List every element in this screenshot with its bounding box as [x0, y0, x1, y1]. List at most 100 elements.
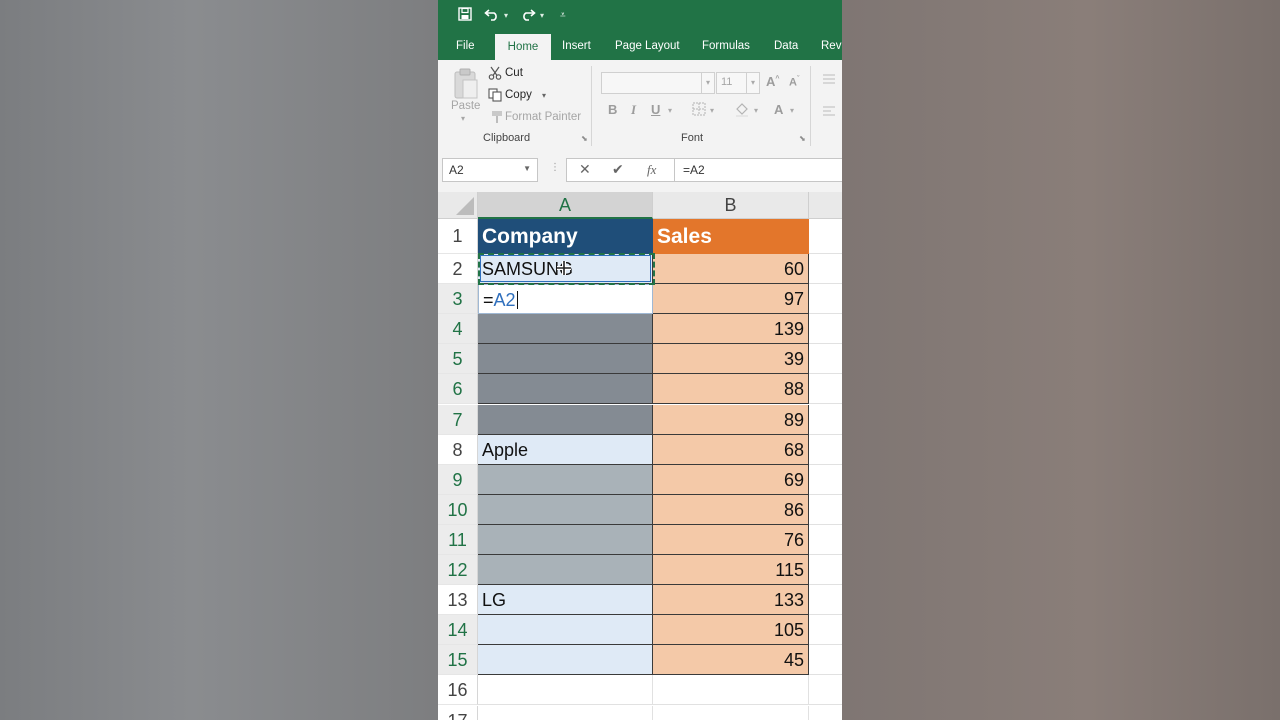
undo-dropdown-icon[interactable]: ▾ [504, 6, 508, 26]
row-header[interactable]: 17 [438, 705, 478, 720]
tab-page-layout[interactable]: Page Layout [615, 32, 680, 60]
format-painter-icon[interactable] [489, 110, 503, 129]
clipboard-launcher-icon[interactable]: ⬊ [581, 134, 588, 143]
empty-cell[interactable] [809, 524, 842, 555]
company-cell[interactable] [478, 524, 653, 555]
copy-dropdown-icon[interactable]: ▾ [542, 91, 546, 100]
tab-insert[interactable]: Insert [562, 32, 591, 60]
empty-cell[interactable] [809, 494, 842, 525]
borders-icon[interactable] [692, 102, 706, 121]
undo-icon[interactable] [484, 6, 500, 26]
cancel-formula-button[interactable]: ✕ [579, 161, 591, 178]
sales-cell[interactable]: 139 [653, 314, 809, 345]
row-header[interactable]: 6 [438, 374, 478, 405]
company-cell[interactable]: Apple [478, 434, 653, 465]
tab-file[interactable]: File [456, 32, 475, 60]
increase-font-size-icon[interactable]: A^ [766, 74, 779, 89]
sales-cell[interactable]: 69 [653, 464, 809, 495]
fill-color-dropdown-icon[interactable]: ▾ [754, 106, 758, 115]
formula-bar-grip-icon[interactable]: ⋮ [550, 162, 560, 173]
cut-label[interactable]: Cut [505, 67, 523, 79]
row-header[interactable]: 5 [438, 344, 478, 375]
empty-cell[interactable] [809, 314, 842, 345]
sales-cell[interactable]: 89 [653, 404, 809, 435]
empty-cell[interactable] [809, 585, 842, 616]
align-left-icon[interactable] [822, 104, 836, 122]
sales-cell[interactable]: 76 [653, 524, 809, 555]
paste-label[interactable]: Paste [451, 100, 480, 112]
row-header[interactable]: 16 [438, 675, 478, 706]
sales-cell[interactable]: 105 [653, 615, 809, 646]
row-header[interactable]: 11 [438, 524, 478, 555]
underline-dropdown-icon[interactable]: ▾ [668, 106, 672, 115]
tab-data[interactable]: Data [774, 32, 798, 60]
font-name-box[interactable]: ▾ [601, 72, 715, 94]
align-top-icon[interactable] [822, 72, 836, 90]
underline-button[interactable]: U [651, 102, 660, 117]
row-header[interactable]: 3 [438, 284, 478, 315]
empty-cell[interactable] [809, 555, 842, 586]
name-box[interactable]: A2 ▼ [442, 158, 538, 182]
italic-button[interactable]: I [631, 102, 636, 118]
row-header[interactable]: 8 [438, 434, 478, 465]
company-cell[interactable] [478, 464, 653, 495]
empty-cell[interactable] [809, 645, 842, 676]
formula-input[interactable]: =A2 [674, 158, 842, 182]
company-cell[interactable] [478, 555, 653, 586]
select-all-button[interactable] [438, 192, 478, 219]
empty-cell[interactable] [809, 374, 842, 405]
company-cell[interactable] [478, 404, 653, 435]
empty-cell[interactable] [809, 434, 842, 465]
font-size-dropdown-icon[interactable]: ▾ [746, 73, 759, 93]
insert-function-button[interactable]: fx [647, 162, 656, 178]
enter-formula-button[interactable]: ✔ [612, 161, 624, 178]
active-edit-cell[interactable]: =A2 [478, 284, 653, 315]
empty-cell[interactable] [809, 404, 842, 435]
font-launcher-icon[interactable]: ⬊ [799, 134, 806, 143]
row-header[interactable]: 9 [438, 464, 478, 495]
empty-cell[interactable] [809, 705, 842, 720]
company-cell[interactable]: LG [478, 585, 653, 616]
copy-label[interactable]: Copy [505, 89, 532, 101]
company-cell[interactable] [478, 494, 653, 525]
sales-cell[interactable]: 68 [653, 434, 809, 465]
tab-formulas[interactable]: Formulas [702, 32, 750, 60]
sales-cell[interactable]: 39 [653, 344, 809, 375]
company-cell[interactable] [478, 374, 653, 405]
column-header-a[interactable]: A [478, 192, 653, 219]
row-header[interactable]: 15 [438, 645, 478, 676]
save-icon[interactable] [458, 6, 472, 26]
row-header[interactable]: 14 [438, 615, 478, 646]
empty-cell[interactable] [809, 675, 842, 706]
company-cell[interactable] [478, 675, 653, 706]
sales-cell[interactable]: 60 [653, 254, 809, 285]
row-header[interactable]: 2 [438, 254, 478, 285]
cut-icon[interactable] [488, 66, 502, 85]
redo-icon[interactable] [520, 6, 536, 26]
row-header[interactable]: 13 [438, 585, 478, 616]
sales-cell[interactable]: 88 [653, 374, 809, 405]
bold-button[interactable]: B [608, 102, 617, 117]
empty-cell[interactable] [809, 284, 842, 315]
sales-cell[interactable]: 45 [653, 645, 809, 676]
sales-cell[interactable]: 115 [653, 555, 809, 586]
font-name-dropdown-icon[interactable]: ▾ [701, 73, 714, 93]
font-size-box[interactable]: 11 ▾ [716, 72, 760, 94]
company-cell[interactable] [478, 705, 653, 720]
row-header[interactable]: 4 [438, 314, 478, 345]
empty-cell[interactable] [809, 615, 842, 646]
sales-cell[interactable]: 97 [653, 284, 809, 315]
empty-cell[interactable] [809, 464, 842, 495]
paste-dropdown-icon[interactable]: ▾ [461, 114, 465, 123]
font-color-button[interactable]: A [774, 102, 783, 117]
company-cell[interactable] [478, 615, 653, 646]
sales-cell[interactable]: 86 [653, 494, 809, 525]
company-header-cell[interactable]: Company [478, 219, 653, 254]
customize-qat-icon[interactable]: ⩡ [560, 6, 566, 26]
sales-cell[interactable] [653, 675, 809, 706]
row-header[interactable]: 12 [438, 555, 478, 586]
sales-cell[interactable] [653, 705, 809, 720]
tab-home[interactable]: Home [495, 34, 551, 60]
empty-cell[interactable] [809, 219, 842, 254]
format-painter-label[interactable]: Format Painter [505, 111, 581, 123]
